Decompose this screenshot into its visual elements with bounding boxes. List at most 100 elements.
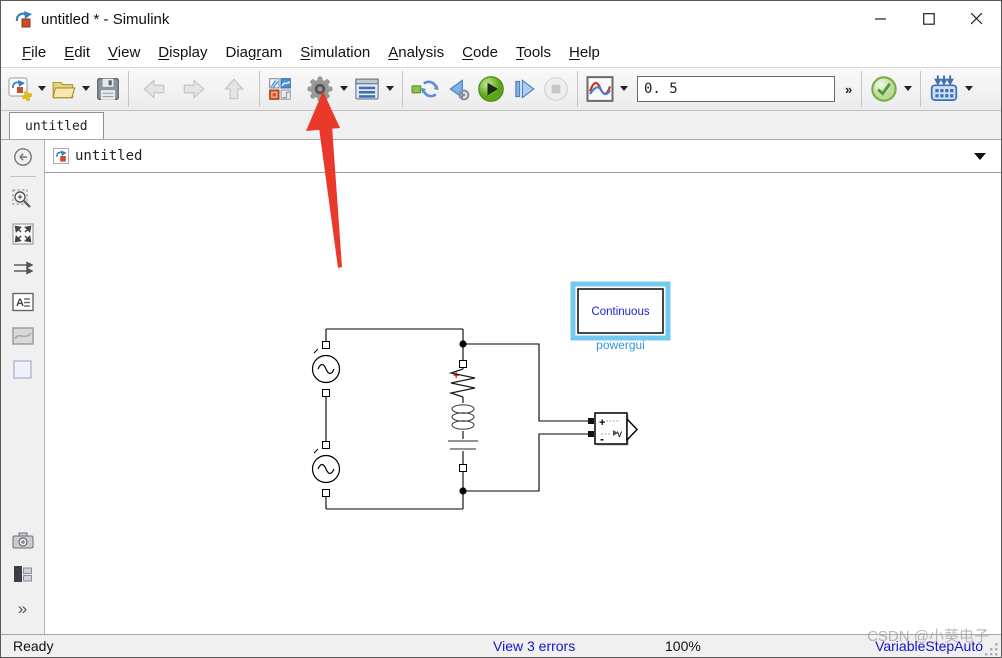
model-browser-icon [13,566,32,582]
stop-time-input[interactable] [637,76,835,102]
toolbar-overflow-button[interactable]: » [841,82,856,97]
resize-grip[interactable] [985,643,999,657]
simulink-window: untitled * - Simulink File Edit View Dis… [0,0,1002,658]
forward-icon [183,79,205,99]
menu-item-diagram[interactable]: Diagram [217,42,292,63]
plus-port-label: + [599,417,605,429]
update-diagram-button[interactable] [408,71,442,107]
model-settings-dropdown[interactable] [337,71,351,107]
model-settings-button[interactable] [303,71,337,107]
menu-item-simulation[interactable]: Simulation [291,42,379,63]
chevron-down-icon [964,86,973,91]
hide-browser-back-button[interactable] [8,142,38,172]
title-bar: untitled * - Simulink [1,1,1001,37]
save-button[interactable] [93,71,123,107]
maximize-icon [923,13,935,25]
data-inspector-dropdown[interactable] [962,71,976,107]
new-model-button[interactable] [5,71,35,107]
annotation-button[interactable]: A [8,287,38,317]
step-forward-icon [515,79,535,99]
route-arrows-button[interactable] [8,253,38,283]
menu-item-file[interactable]: File [13,42,55,63]
zoom-level: 100% [665,638,701,654]
route-arrows-icon [13,261,34,275]
minimize-button[interactable] [857,1,905,37]
camera-icon [12,532,33,549]
model-settings-gear-icon [307,76,333,102]
run-button[interactable] [474,71,508,107]
step-forward-button[interactable] [508,71,540,107]
camera-button[interactable] [8,526,38,556]
chevron-down-icon [81,86,90,91]
menu-item-edit[interactable]: Edit [55,42,99,63]
v-label: v [617,429,622,440]
run-icon [478,76,504,102]
back-button[interactable] [138,71,170,107]
simulink-logo-icon [15,11,32,28]
annotation-icon: A [11,292,34,312]
chevron-down-icon [339,86,348,91]
model-advisor-button[interactable] [867,71,901,107]
simulink-badge-icon [53,148,69,164]
model-browser-button[interactable] [8,560,38,590]
tool-palette: A » [1,140,45,634]
menu-item-tools[interactable]: Tools [507,42,560,63]
toolbar-separator [128,71,129,107]
palette-expand-button[interactable]: » [8,594,38,624]
toolbar-separator [920,71,922,107]
view-errors-link[interactable]: View 3 errors [493,638,575,654]
tab-untitled[interactable]: untitled [9,112,104,139]
menu-item-analysis[interactable]: Analysis [379,42,453,63]
model-explorer-icon [355,78,379,100]
status-text: Ready [13,638,54,654]
simulation-display-dropdown[interactable] [617,71,631,107]
svg-text:A: A [16,297,24,309]
maximize-button[interactable] [905,1,953,37]
open-button[interactable] [49,71,79,107]
stop-button[interactable] [540,71,572,107]
model-explorer-dropdown[interactable] [383,71,397,107]
up-button[interactable] [218,71,250,107]
data-inspector-button[interactable] [926,71,962,107]
chevron-down-icon [619,86,628,91]
breadcrumb-path: untitled [75,148,143,164]
area-box-button[interactable] [8,355,38,385]
close-icon [971,13,983,25]
refresh-icon [411,80,439,98]
image-button[interactable] [8,321,38,351]
status-bar: Ready View 3 errors 100% CSDN @小葵电子 Vari… [1,628,1001,657]
data-inspector-icon [931,75,958,101]
toolbar-separator [577,71,578,107]
stop-icon [544,77,568,101]
library-browser-button[interactable] [265,71,295,107]
forward-button[interactable] [178,71,210,107]
toolbar-separator [861,71,863,107]
step-back-button[interactable] [442,71,474,107]
open-dropdown[interactable] [79,71,93,107]
zoom-region-button[interactable] [8,185,38,215]
fit-to-view-button[interactable] [8,219,38,249]
model-advisor-check-icon [871,76,897,102]
area-box-icon [12,360,32,379]
breadcrumb-dropdown[interactable] [974,149,993,164]
chevron-down-icon [37,86,46,91]
palette-divider [9,176,36,177]
simulation-display-icon [586,76,614,102]
toolbar-separator [259,71,260,107]
menu-item-view[interactable]: View [99,42,149,63]
back-icon [143,79,165,99]
menu-item-display[interactable]: Display [149,42,216,63]
breadcrumb: untitled [45,140,1001,173]
expand-chevron: » [17,599,28,618]
close-button[interactable] [953,1,1001,37]
new-model-dropdown[interactable] [35,71,49,107]
tab-bar: untitled [1,111,1001,140]
model-explorer-button[interactable] [351,71,383,107]
model-canvas[interactable] [45,173,1001,634]
menu-item-help[interactable]: Help [560,42,609,63]
menu-item-code[interactable]: Code [453,42,507,63]
model-advisor-dropdown[interactable] [901,71,915,107]
simulation-display-button[interactable] [583,71,617,107]
solver-name[interactable]: VariableStepAuto [875,638,983,654]
powergui-label: powergui [596,338,645,352]
